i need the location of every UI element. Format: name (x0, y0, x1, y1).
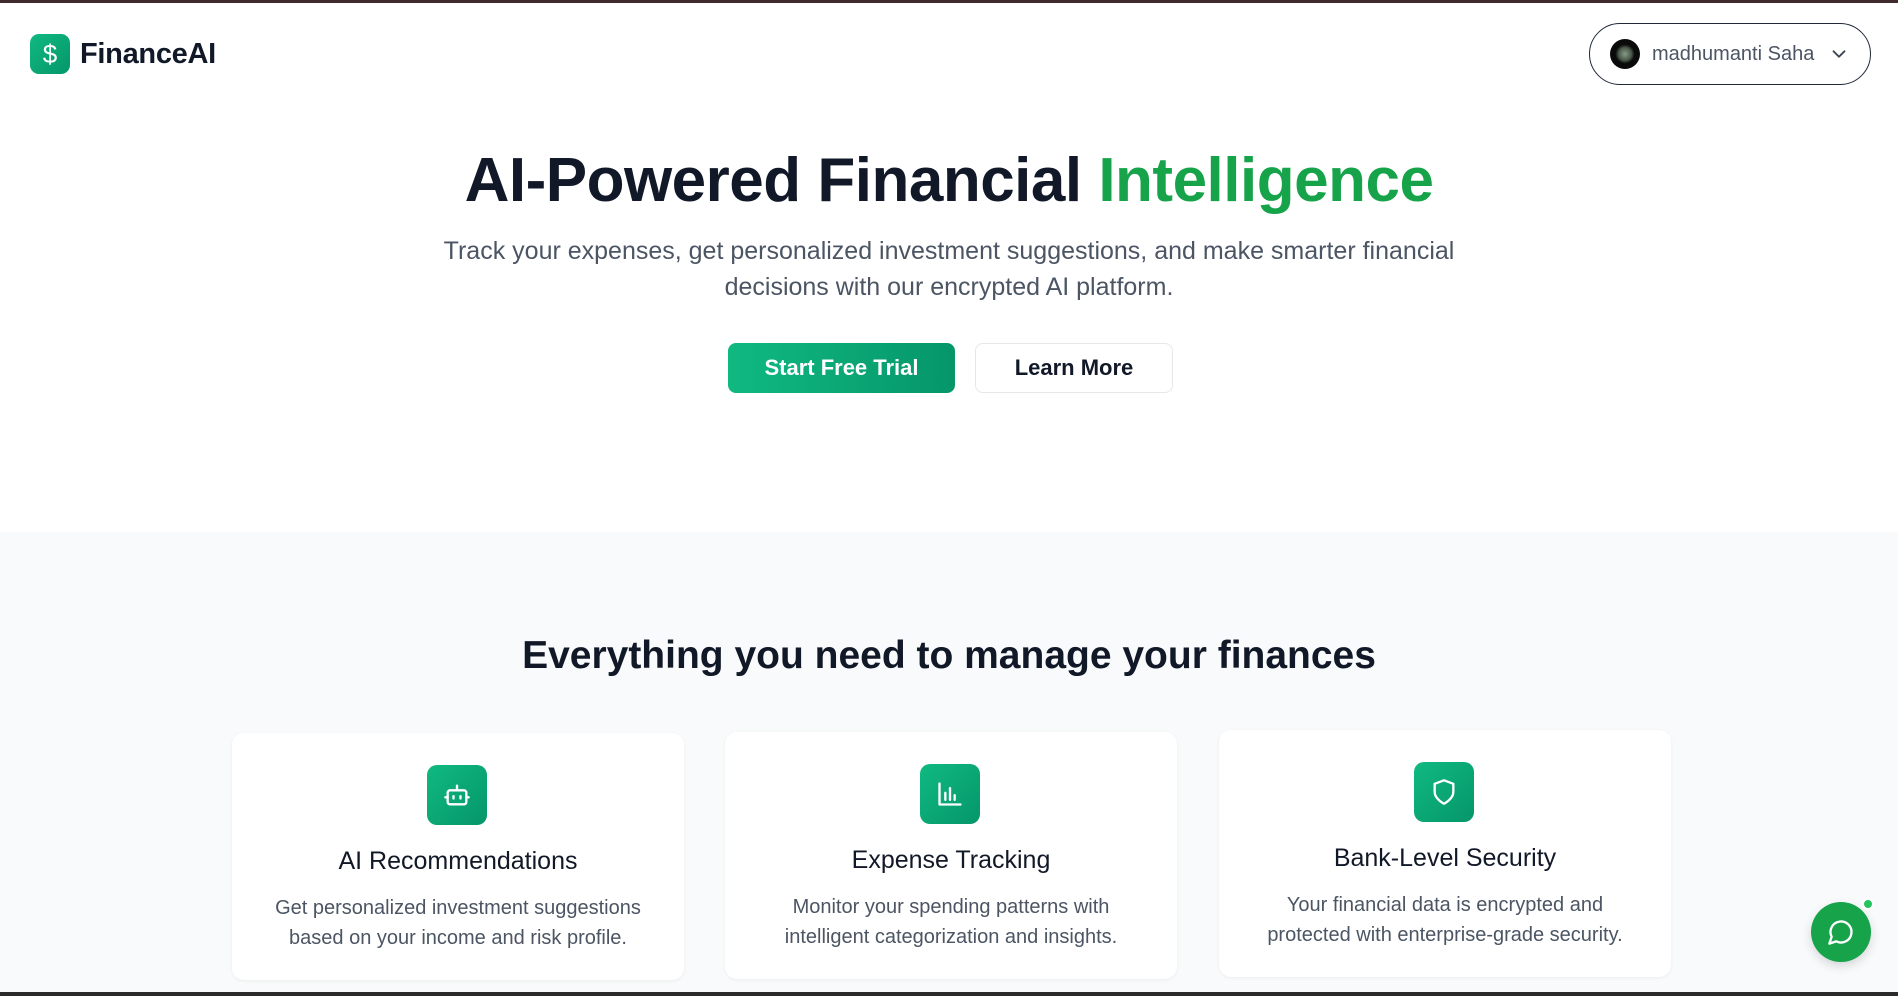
feature-title: Bank-Level Security (1333, 844, 1557, 872)
avatar (1610, 39, 1640, 69)
chevron-down-icon (1832, 50, 1846, 58)
brand-name: FinanceAI (80, 37, 216, 70)
feature-description: Get personalized investment suggestions … (275, 897, 641, 949)
hero-section: AI-Powered Financial Intelligence Track … (0, 107, 1898, 532)
start-free-trial-button[interactable]: Start Free Trial (728, 343, 955, 393)
chat-button[interactable] (1811, 902, 1871, 962)
hero-title: AI-Powered Financial Intelligence (0, 145, 1898, 216)
dollar-icon: $ (30, 34, 70, 74)
learn-more-button[interactable]: Learn More (975, 343, 1173, 393)
bar-chart-icon (920, 764, 980, 824)
online-status-dot (1862, 898, 1874, 910)
user-name: madhumanti Saha (1652, 42, 1815, 65)
logo-symbol: $ (42, 38, 58, 69)
features-section: Everything you need to manage your finan… (0, 532, 1898, 992)
feature-card-expense-tracking: Expense Tracking Monitor your spending p… (725, 732, 1177, 979)
hero-subtitle: Track your expenses, get personalized in… (443, 237, 1455, 301)
feature-title: AI Recommendations (338, 847, 578, 875)
hero-title-main: AI-Powered Financial (464, 146, 1099, 215)
chat-bubble-icon (1828, 920, 1853, 945)
feature-card-ai-recommendations: AI Recommendations Get personalized inve… (232, 733, 684, 980)
shield-icon (1414, 762, 1474, 822)
window-bottom-border (0, 992, 1898, 996)
bot-icon (427, 765, 487, 825)
user-menu-button[interactable]: madhumanti Saha (1589, 23, 1871, 85)
feature-description: Your financial data is encrypted and pro… (1267, 894, 1623, 946)
feature-title: Expense Tracking (851, 846, 1051, 874)
feature-card-bank-level-security: Bank-Level Security Your financial data … (1219, 730, 1671, 977)
brand-logo[interactable]: $ FinanceAI (30, 34, 216, 74)
features-title: Everything you need to manage your finan… (522, 634, 1376, 677)
feature-description: Monitor your spending patterns with inte… (784, 896, 1118, 948)
hero-title-accent: Intelligence (1098, 146, 1434, 215)
site-header: $ FinanceAI madhumanti Saha (0, 3, 1898, 107)
